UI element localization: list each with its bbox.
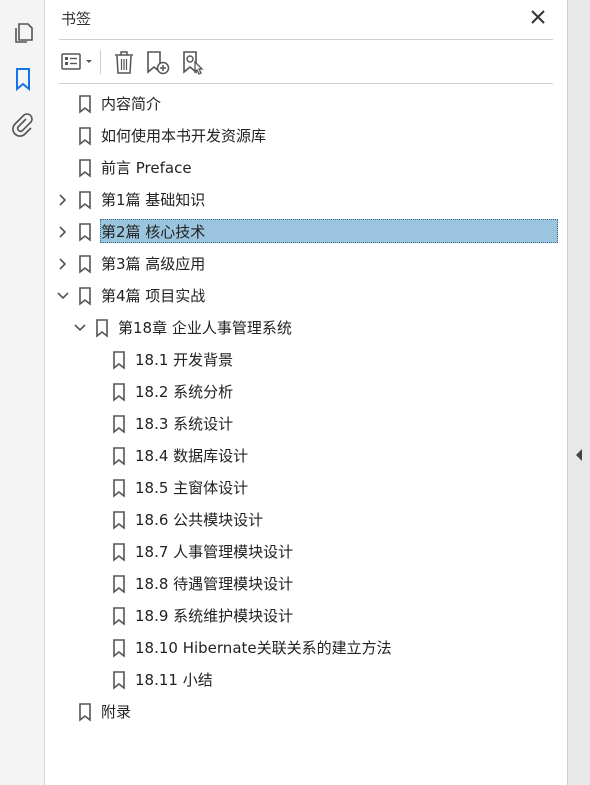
side-rail <box>0 0 45 785</box>
bookmark-icon <box>79 703 91 722</box>
bookmark-label: 第3篇 高级应用 <box>101 255 206 273</box>
options-button[interactable] <box>59 48 97 76</box>
bookmark-icon <box>79 223 91 242</box>
new-bookmark-from-structure-icon <box>183 51 204 75</box>
bookmark-icon[interactable] <box>10 66 36 92</box>
bookmark-row[interactable]: 18.9 系统维护模块设计 <box>45 602 567 630</box>
bookmark-icon <box>79 255 91 274</box>
bookmark-row[interactable]: 18.6 公共模块设计 <box>45 506 567 534</box>
bookmark-icon <box>113 383 125 402</box>
bookmark-icon <box>113 351 125 370</box>
bookmark-icon <box>79 159 91 178</box>
bookmark-label: 18.11 小结 <box>135 671 213 689</box>
bookmark-label: 18.9 系统维护模块设计 <box>135 607 294 625</box>
bookmark-row[interactable]: 18.10 Hibernate关联关系的建立方法 <box>45 634 567 662</box>
bookmark-row[interactable]: 内容简介 <box>45 90 567 118</box>
bookmark-icon <box>113 607 125 626</box>
bookmark-row[interactable]: 如何使用本书开发资源库 <box>45 122 567 150</box>
bookmark-label: 18.7 人事管理模块设计 <box>135 543 294 561</box>
bookmark-label: 第2篇 核心技术 <box>101 223 206 241</box>
bookmark-icon <box>113 511 125 530</box>
panel-title: 书签 <box>61 10 92 28</box>
bookmark-icon <box>113 639 125 658</box>
bookmark-label: 18.6 公共模块设计 <box>135 511 264 529</box>
new-bookmark-button[interactable] <box>144 48 172 76</box>
bookmark-label: 18.8 待遇管理模块设计 <box>135 575 294 593</box>
bookmark-row[interactable]: 18.4 数据库设计 <box>45 442 567 470</box>
bookmark-label: 18.5 主窗体设计 <box>135 479 249 497</box>
bookmark-label: 如何使用本书开发资源库 <box>101 127 267 145</box>
bookmark-row[interactable]: 第1篇 基础知识 <box>45 186 567 214</box>
bookmark-icon <box>79 127 91 146</box>
bookmark-row[interactable]: 18.11 小结 <box>45 666 567 694</box>
bookmark-label: 第18章 企业人事管理系统 <box>118 319 292 337</box>
bookmark-row[interactable]: 18.2 系统分析 <box>45 378 567 406</box>
divider <box>59 83 553 84</box>
bookmark-row[interactable]: 第3篇 高级应用 <box>45 250 567 278</box>
bookmark-icon <box>113 479 125 498</box>
bookmark-icon <box>79 95 91 114</box>
delete-button[interactable] <box>111 48 137 76</box>
bookmark-row[interactable]: 18.1 开发背景 <box>45 346 567 374</box>
bookmark-label: 18.2 系统分析 <box>135 383 234 401</box>
bookmark-label: 内容简介 <box>101 95 162 113</box>
bookmark-icon <box>113 447 125 466</box>
divider <box>59 39 553 40</box>
chevron-right-icon[interactable] <box>55 255 71 273</box>
pages-icon[interactable] <box>10 20 36 46</box>
bookmark-label: 18.4 数据库设计 <box>135 447 249 465</box>
bookmark-label: 18.10 Hibernate关联关系的建立方法 <box>135 639 392 657</box>
collapse-strip[interactable] <box>567 0 590 785</box>
bookmark-row[interactable]: 18.3 系统设计 <box>45 410 567 438</box>
bookmark-row[interactable]: 附录 <box>45 698 567 726</box>
bookmark-row[interactable]: 第2篇 核心技术 <box>45 218 567 246</box>
bookmark-icon <box>113 575 125 594</box>
bookmark-row[interactable]: 第4篇 项目实战 <box>45 282 567 310</box>
bookmark-row[interactable]: 18.7 人事管理模块设计 <box>45 538 567 566</box>
bookmark-label: 第1篇 基础知识 <box>101 191 206 209</box>
new-bookmark-from-structure-button[interactable] <box>179 48 207 76</box>
bookmark-row[interactable]: 18.8 待遇管理模块设计 <box>45 570 567 598</box>
bookmark-icon <box>79 287 91 306</box>
bookmark-icon <box>79 191 91 210</box>
delete-icon <box>115 51 133 74</box>
close-icon[interactable] <box>529 8 547 26</box>
toolbar-separator <box>100 50 101 74</box>
bookmark-row[interactable]: 18.5 主窗体设计 <box>45 474 567 502</box>
chevron-down-icon[interactable] <box>55 287 71 305</box>
bookmark-label: 前言 Preface <box>101 159 192 177</box>
collapse-arrow-icon <box>576 449 582 461</box>
new-bookmark-icon <box>147 51 170 75</box>
chevron-right-icon[interactable] <box>55 191 71 209</box>
bookmarks-panel: 书签 内容简介 如何使用本书开发资源库 前言 Preface 第1篇 基础知识 … <box>45 0 567 785</box>
bookmark-icon <box>96 319 108 338</box>
bookmark-icon <box>113 415 125 434</box>
bookmark-row[interactable]: 前言 Preface <box>45 154 567 182</box>
bookmark-label: 第4篇 项目实战 <box>101 287 206 305</box>
options-icon <box>61 53 92 70</box>
bookmark-label: 18.1 开发背景 <box>135 351 234 369</box>
bookmark-icon <box>113 543 125 562</box>
bookmark-label: 18.3 系统设计 <box>135 415 234 433</box>
attachment-icon[interactable] <box>10 112 36 138</box>
chevron-right-icon[interactable] <box>55 223 71 241</box>
bookmark-row[interactable]: 第18章 企业人事管理系统 <box>45 314 567 342</box>
chevron-down-icon[interactable] <box>72 319 88 337</box>
bookmark-label: 附录 <box>101 703 132 721</box>
bookmark-icon <box>113 671 125 690</box>
